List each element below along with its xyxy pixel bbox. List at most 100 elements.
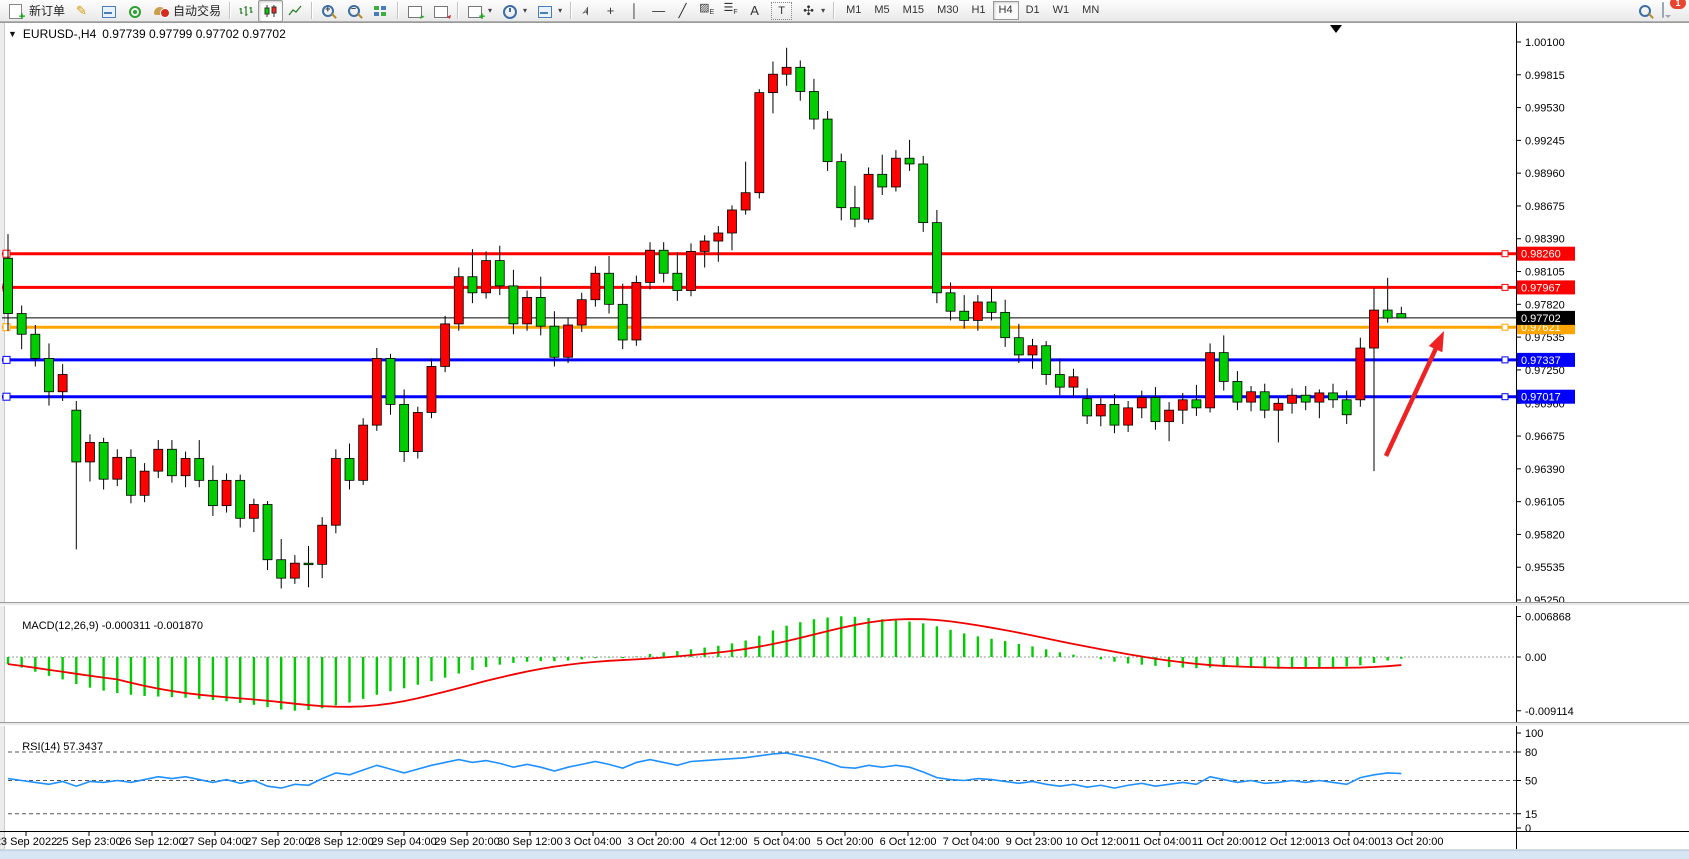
timeframe-bar: M1M5M15M30H1H4D1W1MN	[840, 1, 1105, 20]
macd-panel-label: MACD(12,26,9) -0.000311 -0.001870	[10, 608, 203, 644]
hline-handle[interactable]	[1502, 251, 1508, 257]
toolbar-separator	[229, 2, 230, 19]
rsi-panel-label: RSI(14) 57.3437	[10, 729, 103, 765]
arrows-tool-button[interactable]: ✣ ▾	[797, 1, 829, 21]
mt4-window: 新订单 ✎ 自动交易	[0, 0, 1689, 859]
zoom-out-button[interactable]	[342, 1, 367, 21]
time-tick-label: 10 Oct 12:00	[1066, 836, 1129, 848]
tile-windows-button[interactable]	[368, 1, 393, 21]
timeframe-M15[interactable]: M15	[897, 1, 930, 20]
toolbar-separator	[570, 2, 571, 19]
price-tick-label: 0.98390	[1525, 234, 1565, 246]
macd-tick-label: 0.00	[1525, 652, 1546, 664]
chevron-down-icon: ▾	[488, 6, 492, 15]
macd-values: -0.000311 -0.001870	[102, 620, 203, 632]
chat-bubble-icon	[1662, 2, 1664, 18]
chevron-down-icon: ▾	[523, 6, 527, 15]
time-tick-label: 25 Sep 23:00	[56, 836, 121, 848]
price-tick-label: 0.99815	[1525, 70, 1565, 82]
toolbar-separator	[397, 2, 398, 19]
time-tick-label: 5 Oct 04:00	[754, 836, 811, 848]
toolbar-separator	[833, 2, 834, 19]
hline-handle[interactable]	[1502, 284, 1508, 290]
time-tick-label: 26 Sep 12:00	[119, 836, 184, 848]
new-order-button[interactable]: 新订单	[4, 1, 69, 21]
chart-shift-button[interactable]	[428, 1, 453, 21]
time-tick-label: 4 Oct 12:00	[691, 836, 748, 848]
price-tag-label: 0.98260	[1521, 249, 1561, 261]
hline-handle[interactable]	[3, 250, 10, 257]
chart-title-symbol: EURUSD-,H4	[23, 27, 96, 41]
tile-windows-icon	[372, 3, 389, 19]
rsi-name: RSI(14)	[22, 741, 60, 753]
price-tick-label: 0.98105	[1525, 267, 1565, 279]
time-tick-label: 3 Oct 20:00	[628, 836, 685, 848]
macd-tick-label: 0.006868	[1525, 611, 1571, 623]
auto-trading-icon	[152, 3, 169, 19]
hline-handle[interactable]	[3, 393, 10, 400]
auto-scroll-button[interactable]	[402, 1, 427, 21]
vertical-line-tool-button[interactable]: │	[623, 1, 646, 21]
hline-handle[interactable]	[1502, 394, 1508, 400]
zoom-in-icon	[320, 3, 337, 19]
price-tick-label: 0.99530	[1525, 103, 1565, 115]
cursor-tool-button[interactable]: ➢	[575, 1, 598, 21]
hline-handle[interactable]	[3, 356, 10, 363]
indicators-icon	[466, 3, 483, 19]
trendline-tool-button[interactable]: ╱	[671, 1, 694, 21]
search-icon[interactable]	[1637, 3, 1654, 19]
channel-tool-button[interactable]: ▨E	[695, 1, 718, 21]
templates-button[interactable]: ▾	[532, 1, 566, 21]
toolbar-separator	[311, 2, 312, 19]
clock-icon	[501, 3, 518, 19]
time-tick-label: 27 Sep 20:00	[245, 836, 310, 848]
market-watch-button[interactable]: ✎	[70, 1, 95, 21]
chart-window-icon	[100, 3, 117, 19]
hline-handle[interactable]	[3, 324, 10, 331]
cursor-icon: ➢	[576, 1, 596, 21]
bar-chart-mode-button[interactable]	[234, 1, 257, 21]
price-tag-label: 0.97337	[1521, 355, 1561, 367]
timeframe-D1[interactable]: D1	[1020, 1, 1046, 20]
vertical-line-icon: │	[627, 3, 642, 19]
time-tick-label: 7 Oct 04:00	[943, 836, 1000, 848]
crosshair-tool-button[interactable]: +	[599, 1, 622, 21]
crayon-icon: ✎	[74, 3, 91, 19]
rsi-tick-label: 50	[1525, 776, 1537, 788]
signals-button[interactable]	[122, 1, 147, 21]
timeframe-W1[interactable]: W1	[1047, 1, 1076, 20]
line-chart-icon	[288, 4, 303, 18]
text-label-tool-button[interactable]: T	[767, 1, 796, 21]
fibonacci-tool-button[interactable]: ☰F	[719, 1, 742, 21]
chart-title-bar[interactable]: ▼ EURUSD-,H4 0.97739 0.97799 0.97702 0.9…	[8, 27, 286, 41]
timeframe-M1[interactable]: M1	[840, 1, 867, 20]
text-tool-button[interactable]: A	[743, 1, 766, 21]
line-chart-mode-button[interactable]	[284, 1, 307, 21]
horizontal-line-tool-button[interactable]: —	[647, 1, 670, 21]
timeframe-M30[interactable]: M30	[931, 1, 964, 20]
chat-notifications-button[interactable]: 1	[1662, 3, 1679, 19]
price-tick-label: 0.96390	[1525, 464, 1565, 476]
chart-canvas[interactable]: 1.001000.998150.995300.992450.989600.986…	[0, 0, 1689, 859]
periods-button[interactable]: ▾	[497, 1, 531, 21]
timeframe-M5[interactable]: M5	[868, 1, 895, 20]
time-tick-label: 27 Sep 04:00	[182, 836, 247, 848]
rsi-value: 57.3437	[63, 741, 103, 753]
time-tick-label: 29 Sep 04:00	[371, 836, 436, 848]
chart-window-button[interactable]	[96, 1, 121, 21]
auto-trading-button[interactable]: 自动交易	[148, 1, 225, 21]
window-bottom-strip	[0, 850, 1689, 859]
timeframe-H4[interactable]: H4	[993, 1, 1019, 20]
timeframe-MN[interactable]: MN	[1076, 1, 1105, 20]
timeframe-H1[interactable]: H1	[965, 1, 991, 20]
zoom-in-button[interactable]	[316, 1, 341, 21]
candlestick-mode-button[interactable]	[258, 0, 283, 22]
symbol-dropdown-icon[interactable]: ▼	[8, 29, 17, 39]
indicators-button[interactable]: ▾	[462, 1, 496, 21]
hline-handle[interactable]	[1502, 324, 1508, 330]
trendline-icon: ╱	[675, 3, 690, 19]
time-tick-label: 23 Sep 2022	[0, 836, 57, 848]
chevron-down-icon: ▾	[558, 6, 562, 15]
hline-handle[interactable]	[1502, 357, 1508, 363]
price-tag-label: 0.97702	[1521, 313, 1561, 325]
